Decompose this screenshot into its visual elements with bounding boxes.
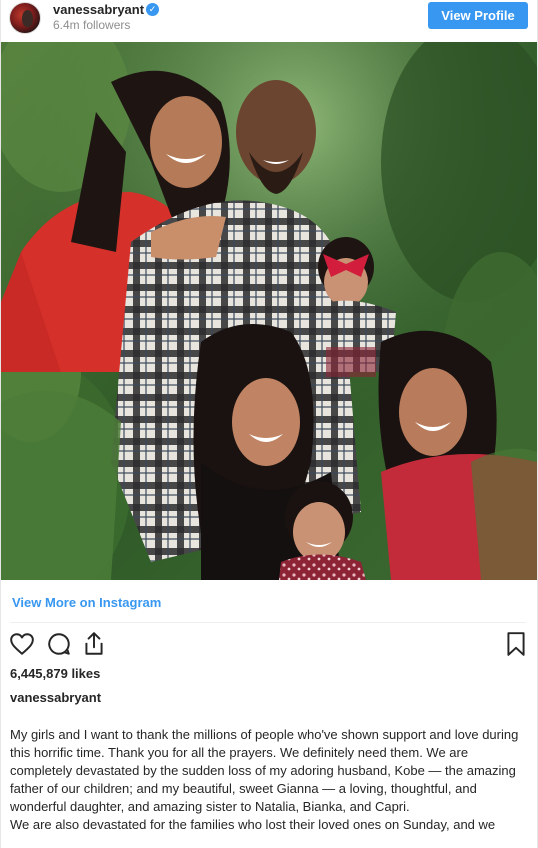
comment-icon[interactable]	[46, 631, 72, 657]
post-header: vanessabryant ✓ 6.4m followers View Prof…	[1, 0, 537, 40]
likes-count[interactable]: 6,445,879 likes	[10, 666, 100, 682]
post-caption: My girls and I want to thank the million…	[10, 726, 530, 834]
heart-icon[interactable]	[9, 631, 35, 657]
caption-username[interactable]: vanessabryant	[10, 690, 101, 706]
caption-paragraph: My girls and I want to thank the million…	[10, 727, 519, 814]
view-more-on-instagram-link[interactable]: View More on Instagram	[12, 595, 161, 611]
instagram-embed: vanessabryant ✓ 6.4m followers View Prof…	[0, 0, 538, 848]
caption-paragraph: We are also devastated for the families …	[10, 817, 496, 832]
view-profile-button[interactable]: View Profile	[428, 2, 528, 29]
bookmark-icon[interactable]	[503, 631, 529, 657]
share-icon[interactable]	[81, 631, 107, 657]
family-photo-image	[1, 42, 537, 580]
avatar[interactable]	[9, 2, 41, 34]
username[interactable]: vanessabryant	[53, 2, 144, 18]
followers-count: 6.4m followers	[53, 18, 131, 32]
verified-badge-icon: ✓	[146, 3, 159, 16]
divider	[10, 622, 526, 623]
post-photo[interactable]	[1, 42, 537, 580]
